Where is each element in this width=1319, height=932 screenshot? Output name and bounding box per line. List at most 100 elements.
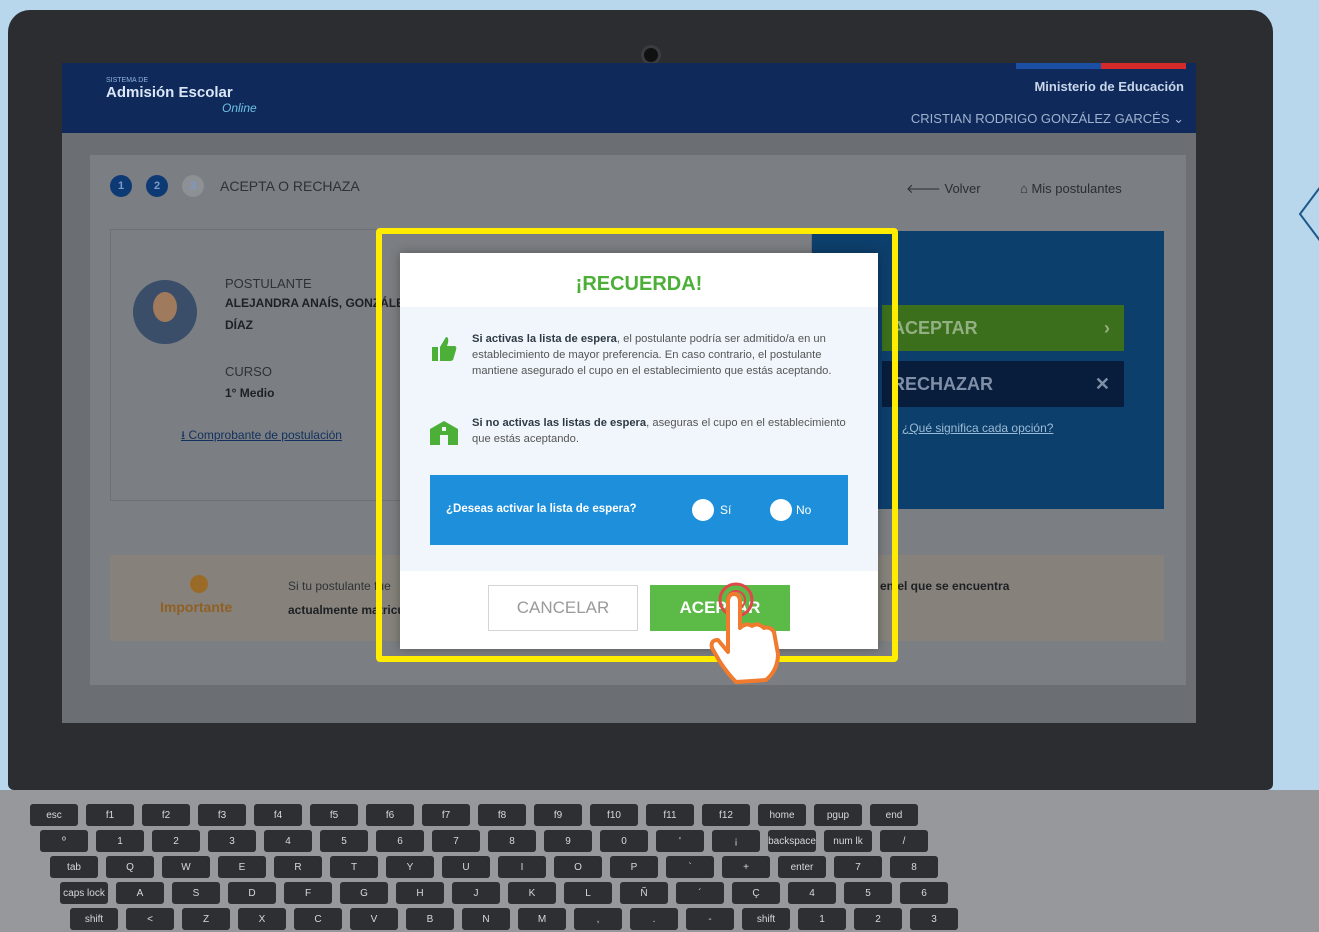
keyboard-key: 3 [910, 908, 958, 930]
keyboard-key: f6 [366, 804, 414, 826]
keyboard-key: , [574, 908, 622, 930]
keyboard-key: B [406, 908, 454, 930]
applicant-name-2: DÍAZ [225, 318, 253, 332]
keyboard-key: I [498, 856, 546, 878]
reject-side-button[interactable]: RECHAZAR ✕ [882, 361, 1124, 407]
hand-pointer-icon [709, 582, 780, 684]
keyboard-key: 2 [152, 830, 200, 852]
keyboard-key: tab [50, 856, 98, 878]
step-title: ACEPTA O RECHAZA [220, 178, 360, 194]
close-icon: ✕ [1094, 373, 1110, 394]
keyboard-key: X [238, 908, 286, 930]
back-label: Volver [944, 181, 981, 196]
keyboard-key: W [162, 856, 210, 878]
keyboard-key: N [462, 908, 510, 930]
keyboard-key: Q [106, 856, 154, 878]
keyboard-key: f1 [86, 804, 134, 826]
app-logo[interactable]: SISTEMA DE Admisión Escolar [106, 77, 233, 101]
keyboard-key: enter [778, 856, 826, 878]
my-applicants-link[interactable]: ⌂ Mis postulantes [1020, 181, 1122, 196]
key-row-4: caps lock A S D F G H J K L Ñ ´ Ç 4 5 6 [60, 882, 948, 904]
keyboard-key: f7 [422, 804, 470, 826]
keyboard: esc f1 f2 f3 f4 f5 f6 f7 f8 f9 f10 f11 f12 home pgup en… [0, 790, 1319, 932]
keyboard-key: f5 [310, 804, 358, 826]
keyboard-key: f8 [478, 804, 526, 826]
logo-sub-text: Online [222, 101, 257, 115]
keyboard-key: shift [742, 908, 790, 930]
keyboard-key: 7 [834, 856, 882, 878]
keyboard-key: pgup [814, 804, 862, 826]
proof-label: Comprobante de postulación [188, 428, 342, 442]
keyboard-key: S [172, 882, 220, 904]
course-label: CURSO [225, 364, 272, 379]
keyboard-key: 9 [544, 830, 592, 852]
keyboard-key: + [722, 856, 770, 878]
keyboard-key: f10 [590, 804, 638, 826]
proof-link[interactable]: ⭳ Comprobante de postulación [181, 426, 342, 447]
flag-stripe [1016, 63, 1186, 69]
accept-side-button[interactable]: ACEPTAR › [882, 305, 1124, 351]
keyboard-key: 3 [208, 830, 256, 852]
keyboard-key: < [126, 908, 174, 930]
keyboard-key: A [116, 882, 164, 904]
keyboard-key: - [686, 908, 734, 930]
keyboard-key: J [452, 882, 500, 904]
keyboard-key: f2 [142, 804, 190, 826]
keyboard-key: backspace [768, 830, 816, 852]
keyboard-key: num lk [824, 830, 872, 852]
keyboard-key: P [610, 856, 658, 878]
my-applicants-label: Mis postulantes [1031, 181, 1122, 196]
keyboard-key: Ç [732, 882, 780, 904]
keyboard-key: K [508, 882, 556, 904]
keyboard-key: / [880, 830, 928, 852]
back-link[interactable]: 🡐 Volver [906, 181, 981, 197]
header-bar: SISTEMA DE Admisión Escolar Online Minis… [62, 63, 1196, 133]
key-row-5: shift < Z X C V B N M,. - shift 1 2 3 [70, 908, 958, 930]
step-3: 3 [182, 175, 204, 197]
keyboard-key: f12 [702, 804, 750, 826]
keyboard-key: Ñ [620, 882, 668, 904]
key-row-3: tab Q W E R T Y U I O P ` + enter 7 8 [50, 856, 938, 878]
keyboard-key: f9 [534, 804, 582, 826]
keyboard-key: . [630, 908, 678, 930]
keyboard-key: 0 [600, 830, 648, 852]
keyboard-key: ´ [676, 882, 724, 904]
keyboard-key: V [350, 908, 398, 930]
keyboard-key: ` [666, 856, 714, 878]
keyboard-key: 6 [900, 882, 948, 904]
accept-side-label: ACEPTAR [892, 317, 978, 338]
keyboard-key: f3 [198, 804, 246, 826]
keyboard-key: 1 [798, 908, 846, 930]
avatar [133, 280, 197, 344]
chevron-right-icon: › [1104, 317, 1110, 338]
keyboard-key: º [40, 830, 88, 852]
keyboard-key: Z [182, 908, 230, 930]
step-indicator: 1 2 3 ACEPTA O RECHAZA [110, 175, 360, 197]
keyboard-key: end [870, 804, 918, 826]
keyboard-key: 8 [890, 856, 938, 878]
key-row-2: º 1 2 3 4 5 6 7 8 9 0 ' ¡ backspace num lk / [40, 830, 928, 852]
keyboard-key: C [294, 908, 342, 930]
keyboard-key: 4 [788, 882, 836, 904]
arrow-left-icon: 🡐 [906, 181, 945, 196]
user-menu[interactable]: CRISTIAN RODRIGO GONZÁLEZ GARCÉS ⌄ [911, 111, 1184, 127]
keyboard-key: esc [30, 804, 78, 826]
step-1: 1 [110, 175, 132, 197]
step-2: 2 [146, 175, 168, 197]
ministry-label: Ministerio de Educación [1034, 79, 1184, 94]
chevron-left-icon[interactable] [1296, 180, 1319, 248]
logo-small-text: SISTEMA DE [106, 77, 149, 84]
webcam-icon [644, 48, 658, 62]
reject-side-label: RECHAZAR [892, 373, 993, 394]
keyboard-key: 5 [844, 882, 892, 904]
applicant-label: POSTULANTE [225, 276, 312, 291]
meaning-link[interactable]: ¿Qué significa cada opción? [902, 421, 1053, 435]
keyboard-key: 7 [432, 830, 480, 852]
keyboard-key: 8 [488, 830, 536, 852]
download-icon: ⭳ [181, 428, 189, 442]
keyboard-key: R [274, 856, 322, 878]
keyboard-key: 6 [376, 830, 424, 852]
keyboard-key: home [758, 804, 806, 826]
keyboard-key: ' [656, 830, 704, 852]
course-value: 1° Medio [225, 386, 275, 400]
